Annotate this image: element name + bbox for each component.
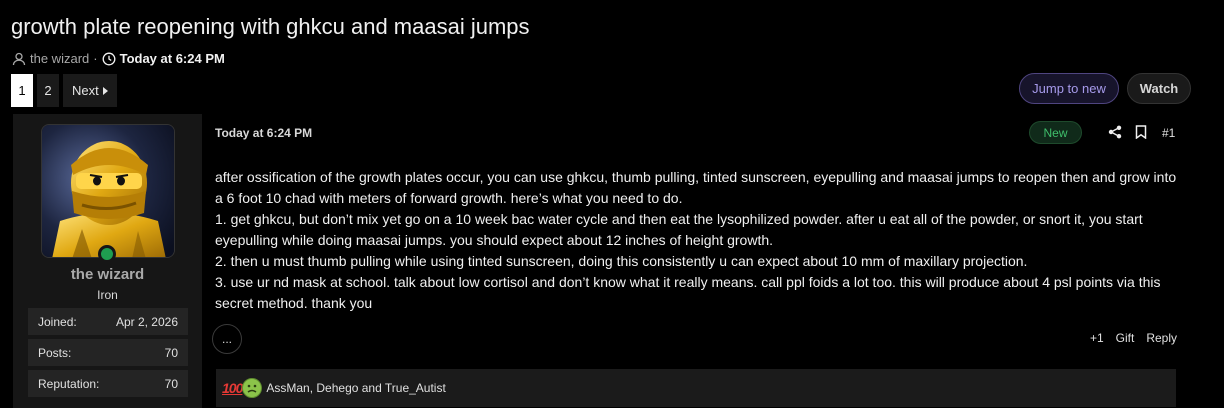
- stat-posts: Posts: 70: [28, 339, 188, 366]
- new-badge: New: [1029, 121, 1082, 144]
- post-line: 2. then u must thumb pulling while using…: [215, 253, 1028, 269]
- page-2-button[interactable]: 2: [37, 74, 59, 107]
- caret-right-icon: [102, 83, 108, 98]
- post-line: 1. get ghkcu, but don’t mix yet go on a …: [215, 211, 1143, 248]
- post-date-link[interactable]: Today at 6:24 PM: [215, 126, 312, 140]
- stat-reputation: Reputation: 70: [28, 370, 188, 397]
- reactions-users[interactable]: AssMan, Dehego and True_Autist: [266, 381, 445, 395]
- share-icon[interactable]: [1108, 125, 1122, 139]
- pagination: 1 2 Next: [11, 74, 117, 107]
- thread-meta: the wizard · Today at 6:24 PM: [12, 51, 225, 66]
- thread-author-link[interactable]: the wizard: [30, 51, 89, 66]
- jump-to-new-button[interactable]: Jump to new: [1019, 73, 1119, 104]
- meta-separator: ·: [93, 51, 98, 66]
- stat-label: Joined:: [38, 314, 77, 329]
- post-user-cell: the wizard Iron Joined: Apr 2, 2026 Post…: [13, 114, 202, 408]
- more-options-button[interactable]: ...: [212, 324, 242, 354]
- next-page-label: Next: [72, 83, 99, 98]
- post-line: after ossification of the growth plates …: [215, 169, 1177, 206]
- stat-joined: Joined: Apr 2, 2026: [28, 308, 188, 335]
- stat-label: Posts:: [38, 345, 72, 360]
- sick-face-icon: [242, 378, 263, 398]
- user-rank: Iron: [97, 288, 118, 302]
- post-actions: +1 Gift Reply: [1090, 331, 1177, 345]
- next-page-button[interactable]: Next: [63, 74, 117, 107]
- reply-button[interactable]: Reply: [1146, 331, 1177, 345]
- clock-icon: [102, 52, 116, 66]
- post: the wizard Iron Joined: Apr 2, 2026 Post…: [13, 114, 1191, 408]
- online-status-indicator: [98, 245, 116, 263]
- reactions-bar[interactable]: 100 AssMan, Dehego and True_Autist: [216, 369, 1176, 407]
- post-number-link[interactable]: #1: [1162, 126, 1175, 140]
- plus-one-button[interactable]: +1: [1090, 331, 1104, 345]
- thread-time-link[interactable]: Today at 6:24 PM: [120, 51, 225, 66]
- post-username[interactable]: the wizard: [13, 266, 202, 283]
- stat-value: Apr 2, 2026: [115, 314, 178, 329]
- bookmark-icon[interactable]: [1135, 125, 1147, 140]
- avatar[interactable]: [41, 124, 175, 258]
- gift-button[interactable]: Gift: [1116, 331, 1135, 345]
- page-1-button[interactable]: 1: [11, 74, 33, 107]
- post-message-cell: Today at 6:24 PM New #1 after ossificati…: [202, 114, 1191, 408]
- stat-value: 70: [164, 345, 178, 360]
- post-body: after ossification of the growth plates …: [215, 167, 1181, 314]
- stat-value: 70: [164, 376, 178, 391]
- user-icon: [12, 52, 26, 66]
- thread-title: growth plate reopening with ghkcu and ma…: [11, 14, 530, 39]
- post-line: 3. use ur nd mask at school. talk about …: [215, 274, 1161, 311]
- watch-button[interactable]: Watch: [1127, 73, 1191, 104]
- hundred-points-icon: 100: [222, 380, 243, 396]
- stat-label: Reputation:: [38, 376, 100, 391]
